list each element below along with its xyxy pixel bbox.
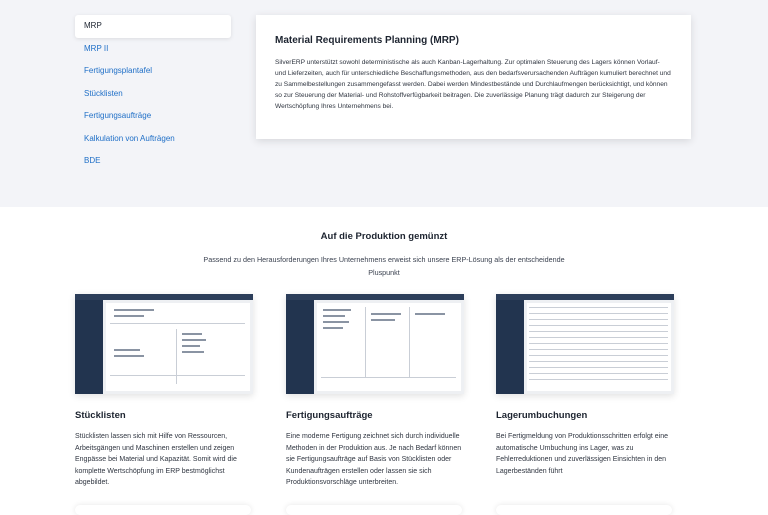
feature-text: Bei Fertigmeldung von Produktionsschritt…: [496, 433, 668, 475]
feature-screenshot: [75, 294, 253, 394]
tab-fertigungsauftraege[interactable]: Fertigungsaufträge: [75, 105, 231, 128]
feature-card-stuecklisten: Stücklisten Stücklisten lassen sich mit …: [75, 294, 255, 489]
next-card-hint: [286, 505, 462, 515]
section-subtitle: Passend zu den Herausforderungen Ihres U…: [203, 255, 565, 277]
feature-title: Stücklisten: [75, 410, 126, 421]
tab-kalkulation[interactable]: Kalkulation von Aufträgen: [75, 128, 231, 151]
content-title: Material Requirements Planning (MRP): [275, 35, 459, 46]
section-title: Auf die Produktion gemünzt: [320, 231, 448, 242]
feature-text: Eine moderne Fertigung zeichnet sich dur…: [286, 433, 462, 486]
next-card-hint: [75, 505, 251, 515]
tab-mrp-ii[interactable]: MRP II: [75, 38, 231, 61]
tab-content-card: Material Requirements Planning (MRP) Sil…: [256, 15, 691, 139]
feature-screenshot: [286, 294, 464, 394]
feature-screenshot: [496, 294, 674, 394]
tab-mrp[interactable]: MRP: [75, 15, 231, 38]
next-card-hint: [496, 505, 672, 515]
content-body: SilverERP unterstützt sowohl determinist…: [275, 59, 671, 110]
tab-fertigungsplantafel[interactable]: Fertigungsplantafel: [75, 60, 231, 83]
feature-card-fertigungsauftraege: Fertigungsaufträge Eine moderne Fertigun…: [286, 294, 466, 489]
tab-stuecklisten[interactable]: Stücklisten: [75, 83, 231, 106]
tab-bde[interactable]: BDE: [75, 150, 231, 173]
tab-list: MRP MRP II Fertigungsplantafel Stücklist…: [75, 15, 231, 173]
feature-card-lagerumbuchungen: Lagerumbuchungen Bei Fertigmeldung von P…: [496, 294, 676, 477]
feature-title: Lagerumbuchungen: [496, 410, 588, 421]
feature-title: Fertigungsaufträge: [286, 410, 373, 421]
feature-text: Stücklisten lassen sich mit Hilfe von Re…: [75, 433, 237, 486]
